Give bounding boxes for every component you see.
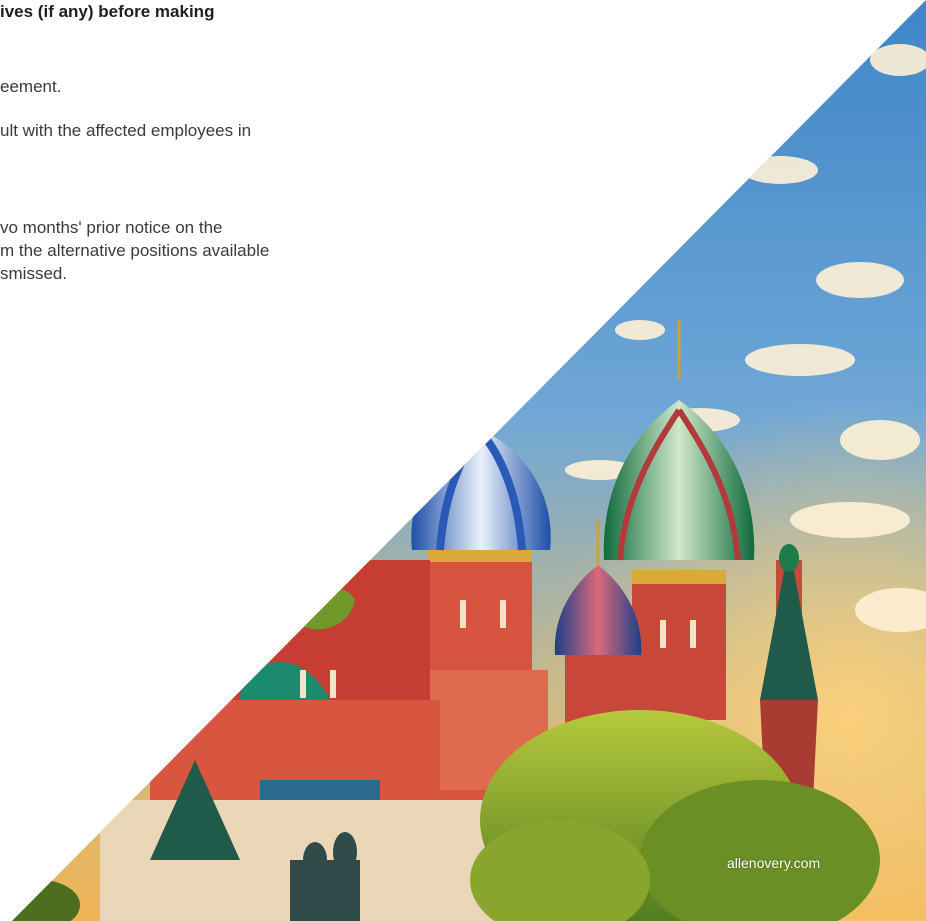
section-heading: ives (if any) before making bbox=[0, 2, 215, 21]
body-line-1: eement. bbox=[0, 77, 62, 96]
site-url-label: allenovery.com bbox=[727, 855, 821, 871]
body-line-3: vo months' prior notice on the bbox=[0, 218, 223, 237]
body-line-4: m the alternative positions available bbox=[0, 241, 270, 260]
body-line-2: ult with the affected employees in bbox=[0, 121, 252, 140]
document-page: ives (if any) before making eement. ult … bbox=[0, 0, 926, 921]
body-line-5: smissed. bbox=[0, 264, 68, 283]
